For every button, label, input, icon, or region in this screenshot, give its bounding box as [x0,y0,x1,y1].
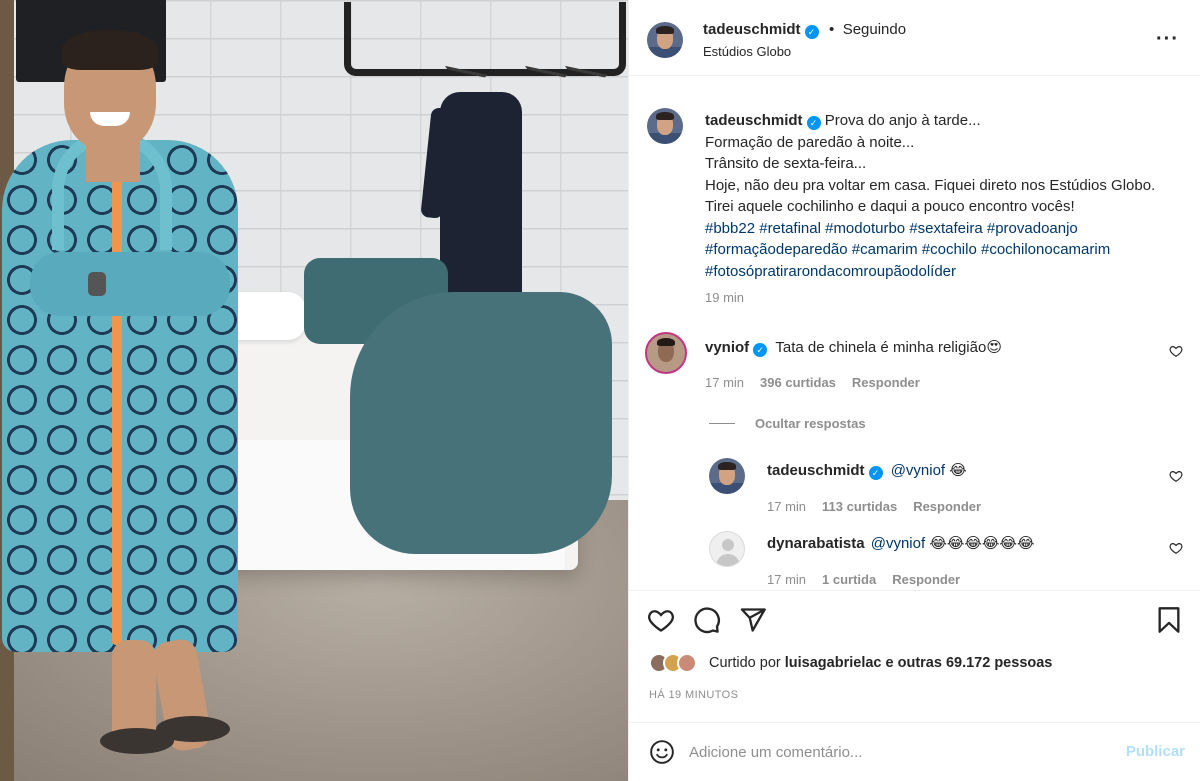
comment-input[interactable] [689,737,1109,767]
heart-icon[interactable] [1169,469,1183,483]
reply-button[interactable]: Responder [892,572,960,586]
reply-username[interactable]: dynarabatista [767,535,865,552]
verified-icon: ✓ [806,116,821,130]
comment-likes[interactable]: 396 curtidas [760,375,836,390]
reply-avatar[interactable] [709,458,745,494]
caption-text-line: Tirei aquele cochilinho e daqui a pouco … [705,198,1075,215]
caption-line-1: tadeuschmidt ✓ Prova do anjo à tarde... [705,110,1185,132]
separator-dot: • [828,21,835,38]
header-user-line: tadeuschmidt ✓ • Seguindo [703,21,906,39]
reply-mention[interactable]: @vyniof [871,535,925,552]
comment-text: Tata de chinela é minha religião😍 [775,339,1002,356]
clothes-rack [344,2,626,76]
reply-time[interactable]: 17 min [767,499,806,514]
hide-replies-button[interactable]: Ocultar respostas [755,416,866,431]
likes-count[interactable]: e outras 69.172 pessoas [886,655,1053,671]
reply-time[interactable]: 17 min [767,572,806,586]
reply-text: 😂 [949,462,967,479]
emoji-icon[interactable] [649,739,675,765]
post-sidebar: tadeuschmidt ✓ • Seguindo Estúdios Globo … [628,0,1200,781]
reply: dynarabatista @vyniof 😂😂😂😂😂😂 [767,534,1034,552]
hanger [555,65,609,119]
reply-likes[interactable]: 1 curtida [822,572,876,586]
reply-button[interactable]: Responder [852,375,920,390]
person-hair [62,30,158,70]
reply-mention[interactable]: @vyniof [891,462,945,479]
flip-flop [156,716,230,742]
heart-icon[interactable] [647,606,675,634]
hashtag-line[interactable]: #bbb22 #retafinal #modoturbo #sextafeira… [705,218,1185,240]
post-location[interactable]: Estúdios Globo [703,44,791,59]
post-photo[interactable] [0,0,628,781]
comment-avatar[interactable] [645,332,687,374]
reply-likes[interactable]: 113 curtidas [822,499,897,514]
comment-bar: Publicar [629,722,1200,781]
robe-trim [112,175,122,645]
likes-prefix: Curtido por [709,655,781,671]
follow-status[interactable]: Seguindo [843,21,906,38]
post-actions: Curtido por luisagabrielac e outras 69.1… [629,590,1200,720]
verified-icon: ✓ [753,343,768,357]
caption-text-line: Trânsito de sexta-feira... [705,155,867,172]
caption-author[interactable]: tadeuschmidt [705,112,803,129]
caption-text-line: Formação de paredão à noite... [705,133,915,151]
caption-text-line: Prova do anjo à tarde... [824,112,981,129]
caption: tadeuschmidt ✓ Prova do anjo à tarde... F… [705,110,1185,282]
comment: vyniof ✓ Tata de chinela é minha religião… [705,338,1002,357]
reply-avatar-default[interactable] [709,531,745,567]
crossed-arms [30,252,230,316]
heart-icon[interactable] [1169,541,1183,555]
reply-username[interactable]: tadeuschmidt [767,462,865,479]
verified-icon: ✓ [804,25,819,39]
likes-summary: Curtido por luisagabrielac e outras 69.1… [709,655,1052,671]
watch [88,272,106,296]
bookmark-icon[interactable] [1155,606,1183,634]
caption-time[interactable]: 19 min [705,290,744,305]
heart-icon[interactable] [1169,344,1183,358]
likes-user[interactable]: luisagabrielac [785,655,882,671]
reply-meta: 17 min 1 curtida Responder [767,572,976,586]
hanging-shirt [440,92,522,298]
reply-button[interactable]: Responder [913,499,981,514]
reply-meta: 17 min 113 curtidas Responder [767,499,997,514]
hashtag-line[interactable]: #fotosópratirarondacomroupãodolíder [705,261,1185,283]
post-header: tadeuschmidt ✓ • Seguindo Estúdios Globo … [629,0,1200,76]
comment-icon[interactable] [693,606,721,634]
divider-line [709,423,735,424]
caption-text-line: Hoje, não deu pra voltar em casa. Fiquei… [705,176,1156,194]
publish-button[interactable]: Publicar [1126,743,1185,760]
author-username[interactable]: tadeuschmidt [703,21,801,38]
reply-text: 😂😂😂😂😂😂 [929,535,1035,552]
blanket [350,292,612,554]
caption-avatar[interactable] [647,108,683,144]
more-icon[interactable]: ··· [1156,28,1179,51]
hashtag-line[interactable]: #formaçãodeparedão #camarim #cochilo #co… [705,239,1185,261]
comment-username[interactable]: vyniof [705,339,749,356]
share-icon[interactable] [739,606,767,634]
reply: tadeuschmidt ✓ @vyniof 😂 [767,461,967,480]
post-time-ago[interactable]: HÁ 19 MINUTOS [649,689,738,701]
comment-time[interactable]: 17 min [705,375,744,390]
author-avatar[interactable] [647,22,683,58]
comment-meta: 17 min 396 curtidas Responder [705,375,936,390]
verified-icon: ✓ [868,466,883,480]
liker-avatar[interactable] [677,653,697,673]
